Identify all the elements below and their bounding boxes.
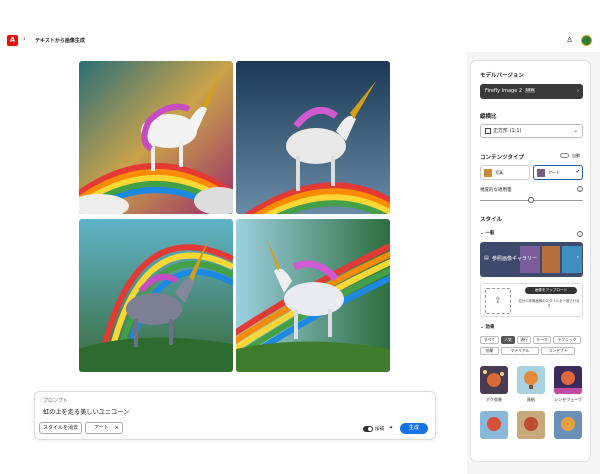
- prompt-label: プロンプト: [43, 398, 68, 404]
- filter-concept[interactable]: コンセプト: [541, 347, 575, 355]
- visual-intensity-knob[interactable]: [528, 197, 534, 203]
- auto-label: 自動: [572, 153, 580, 158]
- chevron-down-icon: ⌄: [573, 128, 578, 134]
- effects-label: 効果: [485, 325, 495, 330]
- effect-label-bokeh: ボケ効果: [486, 397, 502, 402]
- art-style-chip[interactable]: アート ×: [85, 422, 123, 434]
- upload-area[interactable]: ⇪ 画像をアップロード 自分の参照画像のスタイルを一致させます: [480, 283, 583, 317]
- content-type-art[interactable]: アート ✔: [533, 165, 583, 180]
- content-type-heading: コンテンツタイプ: [480, 155, 525, 161]
- art-thumb-icon: [537, 169, 545, 177]
- generated-image-1[interactable]: [79, 61, 233, 214]
- generate-button[interactable]: 生成: [400, 423, 428, 434]
- effect-thumb-4[interactable]: [480, 411, 508, 439]
- filter-technique[interactable]: テクニック: [553, 336, 581, 344]
- prompt-input[interactable]: 虹の上を走る美しいユニコーン: [43, 407, 129, 416]
- adobe-logo[interactable]: A: [7, 35, 18, 46]
- info-icon[interactable]: i: [577, 186, 583, 192]
- effect-thumb-5[interactable]: [517, 411, 545, 439]
- filter-theme[interactable]: テーマ: [533, 336, 551, 344]
- art-chip-label: アート: [94, 425, 109, 431]
- help-icon[interactable]: ♙: [565, 36, 574, 45]
- filter-popular[interactable]: 人気: [501, 336, 515, 344]
- effect-label-layered-paper: 彫紙: [527, 397, 535, 402]
- chevron-right-icon-2: ›: [576, 254, 579, 261]
- general-label: 一般: [485, 231, 495, 236]
- clear-style-button[interactable]: スタイルを消去: [39, 422, 82, 434]
- photo-thumb-icon: [484, 169, 492, 177]
- model-value: Firefly Image 2: [485, 88, 523, 94]
- gallery-label: 参照画像ギャラリー: [492, 256, 538, 262]
- upload-hint: 自分の参照画像のスタイルを一致させます: [518, 299, 580, 308]
- gallery-icon: ▤: [484, 255, 489, 261]
- filter-effects[interactable]: 効果: [480, 347, 499, 355]
- effect-thumb-bokeh[interactable]: [480, 366, 508, 394]
- filter-all[interactable]: すべて: [480, 336, 499, 344]
- aspect-value: 正方形 (1:1): [493, 128, 522, 134]
- upload-button[interactable]: 画像をアップロード: [525, 287, 577, 294]
- generated-image-3[interactable]: [79, 219, 233, 372]
- top-bar: A ‹ テキストから画像生成 ♙: [0, 0, 600, 52]
- generated-image-4[interactable]: [236, 219, 390, 372]
- filter-trending[interactable]: 流行: [517, 336, 531, 344]
- model-heading: モデルバージョン: [480, 73, 524, 79]
- effect-label-synthwave: シンセウェーブ: [554, 397, 582, 402]
- art-label: アート: [548, 170, 560, 175]
- effect-thumb-layered-paper[interactable]: [517, 366, 545, 394]
- content-type-photo[interactable]: 写真: [480, 165, 530, 180]
- check-icon: ✔: [575, 169, 580, 175]
- square-icon: [485, 128, 491, 134]
- settings-panel: モデルバージョン Firefly Image 2 NEW › 縦横比 正方形 (1…: [470, 60, 591, 462]
- suggestions-label: 候補: [375, 427, 384, 432]
- style-heading: スタイル: [480, 217, 503, 223]
- reference-gallery-button[interactable]: ▤ 参照画像ギャラリー ›: [480, 242, 583, 277]
- aspect-heading: 縦横比: [480, 114, 497, 120]
- general-section-toggle[interactable]: ⌄ 一般: [480, 230, 494, 236]
- auto-toggle[interactable]: [560, 153, 569, 158]
- upload-icon: ⇪: [485, 288, 511, 314]
- sparkle-icon[interactable]: ✦: [389, 425, 393, 431]
- photo-label: 写真: [495, 170, 503, 175]
- visual-intensity-label: 視覚的な適用量: [480, 188, 512, 193]
- info-icon-2[interactable]: i: [577, 231, 583, 237]
- aspect-ratio-select[interactable]: 正方形 (1:1) ⌄: [480, 124, 583, 138]
- page-title: テキストから画像生成: [35, 38, 85, 44]
- avatar[interactable]: [581, 35, 592, 46]
- filter-material[interactable]: マテリアル: [501, 347, 539, 355]
- close-icon[interactable]: ×: [115, 423, 119, 433]
- model-selector[interactable]: Firefly Image 2 NEW ›: [480, 84, 583, 99]
- effect-thumb-6[interactable]: [554, 411, 582, 439]
- new-badge: NEW: [525, 88, 536, 93]
- effects-section-toggle[interactable]: ⌄ 効果: [480, 324, 494, 330]
- chevron-right-icon: ›: [577, 88, 579, 94]
- back-icon[interactable]: ‹: [23, 35, 26, 43]
- generated-image-2[interactable]: [236, 61, 390, 214]
- effect-thumb-synthwave[interactable]: [554, 366, 582, 394]
- suggestions-toggle[interactable]: [363, 426, 373, 432]
